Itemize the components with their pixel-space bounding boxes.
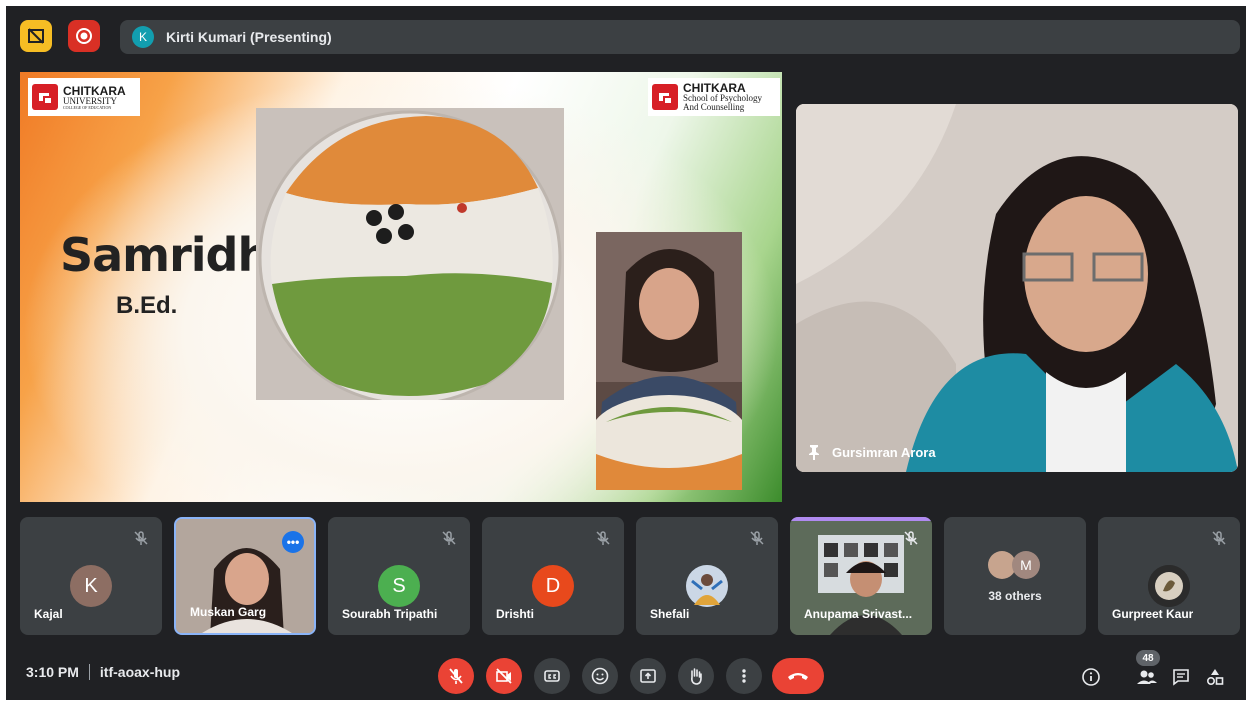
participant-tile[interactable]: Gurpreet Kaur: [1098, 517, 1240, 635]
leave-call-button[interactable]: [772, 658, 824, 694]
divider: [88, 664, 90, 680]
pasta-plate-photo: [256, 108, 564, 400]
presenter-label: Kirti Kumari (Presenting): [166, 29, 332, 45]
pinned-participant-tile[interactable]: Gursimran Arora: [796, 104, 1238, 472]
logo-left-tiny: COLLEGE OF EDUCATION: [63, 104, 112, 110]
recording-indicator[interactable]: [68, 20, 100, 52]
people-button[interactable]: [1134, 664, 1160, 690]
present-screen-button[interactable]: [630, 658, 666, 694]
activities-button[interactable]: [1202, 664, 1228, 690]
logo-left-title: CHITKARA: [63, 83, 126, 98]
meeting-code: itf-aoax-hup: [99, 664, 181, 680]
student-selfie-photo: [596, 232, 742, 490]
call-end-icon: [788, 673, 808, 680]
hand-icon: [691, 668, 702, 685]
pinned-participant-name: Gursimran Arora: [832, 444, 936, 460]
others-tile[interactable]: M 38 others: [944, 517, 1086, 635]
pin-icon[interactable]: [808, 444, 820, 460]
chitkara-university-logo: CHITKARA UNIVERSITY COLLEGE OF EDUCATION: [28, 78, 140, 116]
present-to-all-icon: [640, 669, 656, 683]
captions-button[interactable]: [534, 658, 570, 694]
reactions-button[interactable]: [582, 658, 618, 694]
more-options-button[interactable]: •••: [282, 531, 304, 553]
activities-icon: [1206, 669, 1224, 686]
participant-tile[interactable]: K Kajal: [20, 517, 162, 635]
mic-off-icon: [442, 531, 456, 545]
mic-off-icon: [449, 668, 463, 684]
videocam-off-icon: [496, 668, 512, 684]
meeting-info: 3:10 PM itf-aoax-hup: [26, 664, 180, 680]
participant-video: [796, 104, 1238, 472]
presenting-banner[interactable]: K Kirti Kumari (Presenting): [120, 20, 1240, 54]
top-bar: K Kirti Kumari (Presenting): [6, 6, 1246, 66]
avatar: S: [378, 565, 420, 607]
meeting-time: 3:10 PM: [26, 664, 79, 680]
participant-name: Drishti: [496, 607, 535, 621]
tile-view-off-button[interactable]: [20, 20, 52, 52]
mic-toggle-button[interactable]: [438, 658, 474, 694]
tile-view-off-icon: [28, 28, 44, 44]
participant-name: Anupama Srivast...: [804, 607, 913, 621]
participant-tile[interactable]: D Drishti: [482, 517, 624, 635]
info-icon: [1082, 668, 1100, 686]
participant-tile[interactable]: Shefali: [636, 517, 778, 635]
closed-caption-icon: [544, 670, 560, 682]
avatar: M: [1012, 551, 1040, 579]
logo-right-sub2: And Counselling: [683, 102, 745, 112]
presentation-screen: CHITKARA UNIVERSITY COLLEGE OF EDUCATION…: [20, 72, 782, 502]
mic-off-icon: [596, 531, 610, 545]
chat-icon: [1173, 669, 1189, 686]
record-icon: [76, 28, 92, 44]
pinned-participant-label: Gursimran Arora: [808, 444, 936, 460]
meeting-details-button[interactable]: [1078, 664, 1104, 690]
people-icon: [1137, 670, 1157, 684]
slide-student-name: Samridhi: [60, 228, 285, 282]
avatar: [686, 565, 728, 607]
participant-tile[interactable]: Anupama Srivast...: [790, 517, 932, 635]
camera-toggle-button[interactable]: [486, 658, 522, 694]
raise-hand-button[interactable]: [678, 658, 714, 694]
mic-off-icon: [134, 531, 148, 545]
avatar: K: [70, 565, 112, 607]
avatar: D: [532, 565, 574, 607]
emoji-icon: [591, 667, 609, 685]
participant-name: Muskan Garg: [190, 605, 267, 619]
more-horiz-icon: •••: [286, 535, 300, 549]
mic-off-icon: [1212, 531, 1226, 545]
chitkara-mark-icon: [652, 84, 678, 110]
meet-window: K Kirti Kumari (Presenting) CHITKARA UNI…: [6, 6, 1246, 700]
mic-off-icon: [750, 531, 764, 545]
avatar: [1148, 565, 1190, 607]
participant-tile-active-speaker[interactable]: ••• Muskan Garg: [174, 517, 316, 635]
chitkara-mark-icon: [32, 84, 58, 110]
slide-course: B.Ed.: [116, 292, 178, 319]
more-vert-icon: [742, 669, 746, 683]
chat-button[interactable]: [1168, 664, 1194, 690]
participant-tile[interactable]: S Sourabh Tripathi: [328, 517, 470, 635]
mic-off-icon: [904, 531, 918, 545]
bottom-bar: 3:10 PM itf-aoax-hup 48: [6, 642, 1246, 700]
participant-name: Kajal: [34, 607, 63, 621]
participant-name: Sourabh Tripathi: [342, 607, 438, 621]
more-options-button[interactable]: [726, 658, 762, 694]
participant-name: Shefali: [650, 607, 690, 621]
participant-name: Gurpreet Kaur: [1112, 607, 1194, 621]
others-count: 38 others: [988, 589, 1042, 603]
presenter-avatar: K: [132, 26, 154, 48]
chitkara-psychology-logo: CHITKARA School of Psychology And Counse…: [648, 78, 780, 116]
